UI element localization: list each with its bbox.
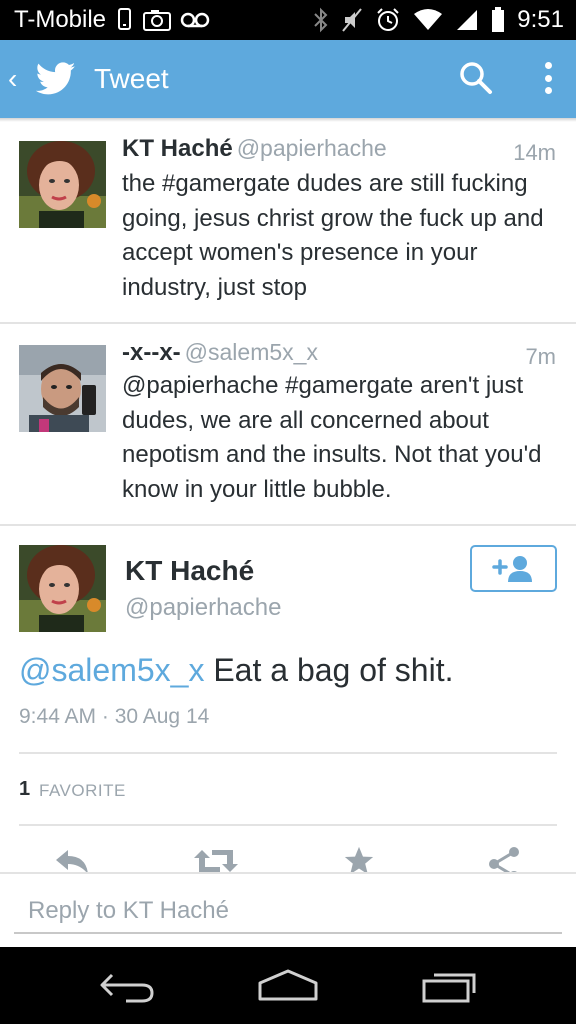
detail-author-handle[interactable]: @papierhache [125, 594, 281, 622]
reply-input[interactable] [14, 890, 562, 934]
share-icon[interactable] [484, 846, 524, 872]
app-bar: ‹ Tweet [0, 40, 576, 118]
author-name[interactable]: -x--x- @salem5x_x [122, 339, 318, 367]
author-name[interactable]: KT Haché @papierhache [122, 135, 387, 163]
nav-home-icon[interactable] [256, 969, 320, 1003]
detail-avatar[interactable] [19, 545, 106, 632]
voicemail-icon [180, 12, 210, 28]
phone-icon [118, 8, 132, 30]
author-handle: @papierhache [236, 135, 387, 161]
avatar[interactable] [19, 345, 106, 432]
back-chevron-icon[interactable]: ‹ [8, 63, 26, 95]
clock: 9:51 [517, 6, 564, 33]
tweet-time: 7m [525, 344, 556, 369]
favorite-star-icon[interactable] [341, 846, 377, 872]
favorite-label[interactable]: FAVORITE [39, 781, 126, 801]
timeline-tweet[interactable]: KT Haché @papierhache 14m the #gamergate … [0, 122, 576, 324]
tweet-timestamp: 9:44 AM · 30 Aug 14 [19, 705, 210, 728]
detail-tweet-body: Eat a bag of shit. [204, 652, 454, 688]
nav-recents-icon[interactable] [420, 969, 480, 1003]
carrier-label: T-Mobile [14, 6, 107, 33]
tweet-time: 14m [513, 140, 556, 165]
add-user-icon [491, 555, 532, 582]
tweet-text: the #gamergate dudes are still fucking g… [122, 170, 544, 301]
author-handle: @salem5x_x [184, 339, 318, 365]
mention-link[interactable]: @salem5x_x [19, 652, 204, 688]
reply-bar [0, 872, 576, 947]
system-nav-bar [0, 947, 576, 1024]
camera-icon [143, 10, 172, 31]
bluetooth-icon [314, 7, 328, 33]
avatar[interactable] [19, 141, 106, 228]
nav-back-icon[interactable] [98, 969, 158, 1003]
favorite-count[interactable]: 1 [19, 778, 30, 801]
author-name-text: -x--x- [122, 339, 181, 366]
divider [19, 824, 557, 826]
divider [19, 752, 557, 754]
follow-button[interactable] [470, 545, 557, 592]
status-bar: T-Mobile 9:51 [0, 0, 576, 40]
twitter-bird-icon[interactable] [36, 62, 76, 96]
tweet-text: @papierhache #gamergate aren't just dude… [122, 372, 542, 503]
search-icon[interactable] [458, 60, 494, 96]
more-options-icon[interactable] [536, 58, 560, 98]
wifi-icon [414, 9, 443, 30]
alarm-icon [377, 8, 399, 31]
author-name-text: KT Haché [122, 135, 233, 162]
timeline-tweet[interactable]: -x--x- @salem5x_x 7m @papierhache #gamerg… [0, 324, 576, 526]
mute-icon [342, 8, 363, 32]
battery-icon [492, 7, 505, 32]
detail-tweet-text: @salem5x_x Eat a bag of shit. [19, 652, 453, 689]
retweet-icon[interactable] [192, 846, 240, 872]
tweet-actions [0, 840, 576, 872]
reply-icon[interactable] [52, 846, 92, 872]
signal-icon [457, 10, 478, 30]
page-title: Tweet [94, 63, 169, 94]
detail-author-name[interactable]: KT Haché [125, 555, 254, 587]
